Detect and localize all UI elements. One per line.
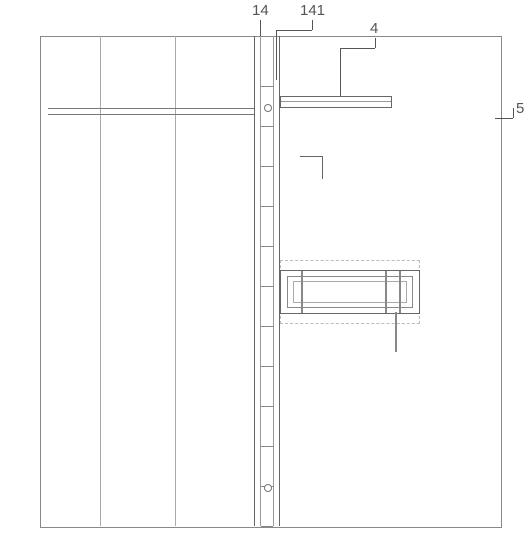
column-rung	[261, 246, 273, 247]
leader-line	[312, 20, 313, 30]
label-14: 14	[252, 2, 269, 19]
column-rung	[261, 326, 273, 327]
leader-line	[340, 48, 375, 49]
left-horizontal-bar	[48, 108, 254, 115]
leader-line	[375, 38, 376, 48]
leader-line	[513, 108, 514, 118]
column-rung	[261, 366, 273, 367]
column-rung	[261, 166, 273, 167]
leader-line	[340, 48, 341, 96]
leader-line	[495, 118, 513, 119]
column-rung	[261, 526, 273, 527]
diagram-canvas: 14 141 4 5	[0, 0, 531, 554]
assembly-box	[280, 270, 420, 314]
leader-line	[260, 20, 261, 36]
leader-line	[276, 30, 312, 31]
shelf-part-4	[280, 96, 392, 108]
assembly-vline	[399, 271, 401, 313]
assembly-vline	[301, 271, 303, 313]
label-4: 4	[370, 20, 378, 37]
label-141: 141	[300, 2, 325, 19]
column-rung	[261, 286, 273, 287]
assembly-pendant	[395, 312, 397, 352]
central-column	[254, 36, 280, 526]
label-5: 5	[516, 100, 524, 117]
column-rung	[261, 446, 273, 447]
column-rung	[261, 406, 273, 407]
assembly-vline	[385, 271, 387, 313]
leader-line	[276, 30, 277, 80]
column-rung	[261, 86, 273, 87]
column-rung	[261, 126, 273, 127]
column-rung	[261, 206, 273, 207]
column-dot	[264, 104, 272, 112]
column-dot	[264, 484, 272, 492]
hook-mark	[300, 156, 323, 179]
